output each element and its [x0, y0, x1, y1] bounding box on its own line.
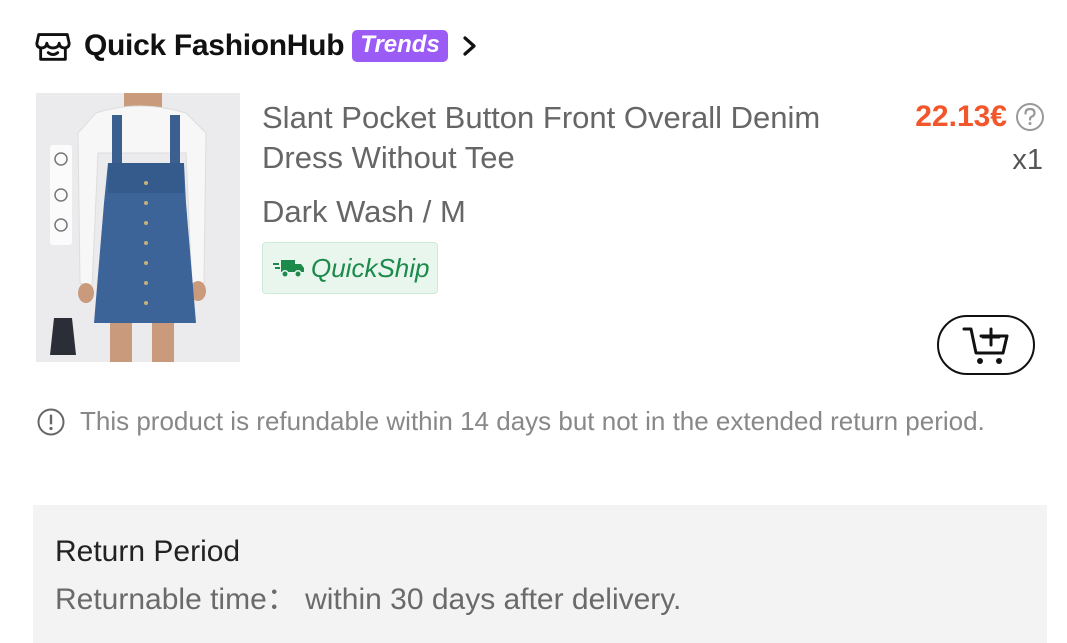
store-icon — [35, 33, 71, 61]
cart-plus-icon — [962, 327, 1009, 364]
quickship-badge: QuickShip — [262, 242, 438, 294]
add-to-cart-button[interactable] — [937, 315, 1035, 375]
trends-badge: Trends — [352, 30, 448, 62]
help-icon[interactable] — [1015, 102, 1045, 132]
dress-illustration — [36, 93, 240, 362]
price-row: 22.13€ — [915, 98, 1045, 136]
return-period-text: Returnable time： within 30 days after de… — [55, 583, 682, 616]
product-quantity: x1 — [1012, 144, 1043, 176]
product-price: 22.13€ — [915, 100, 1007, 133]
chevron-right-icon[interactable] — [460, 34, 480, 58]
store-header[interactable]: Quick FashionHub Trends — [34, 24, 480, 68]
product-variant: Dark Wash / M — [262, 194, 466, 229]
order-item-card: Quick FashionHub Trends Slant Pocket But… — [0, 0, 1067, 643]
return-period-section: Return Period Returnable time： within 30… — [33, 505, 1047, 643]
quickship-label: QuickShip — [311, 252, 430, 283]
refund-notice: This product is refundable within 14 day… — [36, 404, 996, 438]
truck-icon — [273, 260, 304, 278]
store-name[interactable]: Quick FashionHub — [84, 29, 345, 63]
product-title[interactable]: Slant Pocket Button Front Overall Denim … — [262, 98, 862, 178]
info-icon — [37, 408, 65, 436]
product-image[interactable] — [36, 93, 240, 362]
return-period-title: Return Period — [55, 535, 241, 568]
refund-notice-text: This product is refundable within 14 day… — [80, 406, 985, 436]
